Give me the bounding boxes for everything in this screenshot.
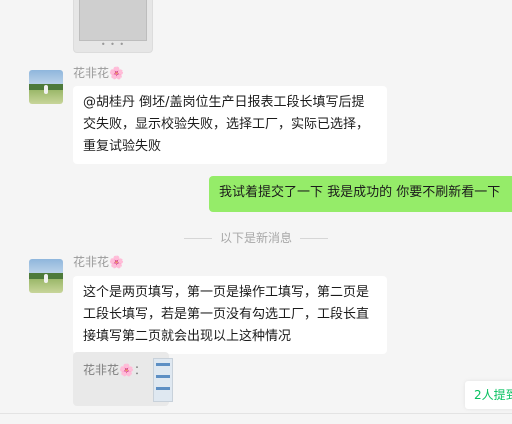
avatar[interactable]: [29, 259, 63, 293]
image-message-thumbnail[interactable]: • • •: [73, 0, 153, 53]
sender-name: 花非花🌸: [73, 66, 124, 80]
image-pager-dots: • • •: [100, 40, 126, 49]
quote-sender: 花非花🌸：: [83, 363, 146, 377]
divider-line: [300, 238, 328, 239]
mention-badge[interactable]: 2人提到了你: [465, 381, 512, 409]
quoted-message[interactable]: 花非花🌸：: [73, 352, 173, 406]
message-bubble[interactable]: @胡桂丹 倒坯/盖岗位生产日报表工段长填写后提交失败，显示校验失败，选择工厂，实…: [73, 86, 387, 164]
quote-image-thumbnail[interactable]: [153, 358, 173, 402]
new-messages-divider: 以下是新消息: [0, 229, 512, 246]
divider-label: 以下是新消息: [219, 231, 292, 245]
my-message-bubble[interactable]: 我试着提交了一下 我是成功的 你要不刷新看一下: [209, 176, 512, 212]
image-preview: [79, 0, 147, 41]
message-bubble[interactable]: 这个是两页填写，第一页是操作工填写，第二页是工段长填写，若是第一页没有勾选工厂，…: [73, 276, 387, 354]
input-area-border: [0, 413, 512, 424]
message-text: 我试着提交了一下 我是成功的 你要不刷新看一下: [219, 185, 501, 200]
message-text: 这个是两页填写，第一页是操作工填写，第二页是工段长填写，若是第一页没有勾选工厂，…: [83, 285, 370, 344]
avatar[interactable]: [29, 70, 63, 104]
divider-line: [183, 238, 212, 239]
sender-name: 花非花🌸: [73, 255, 124, 269]
message-text: @胡桂丹 倒坯/盖岗位生产日报表工段长填写后提交失败，显示校验失败，选择工厂，实…: [83, 95, 370, 154]
